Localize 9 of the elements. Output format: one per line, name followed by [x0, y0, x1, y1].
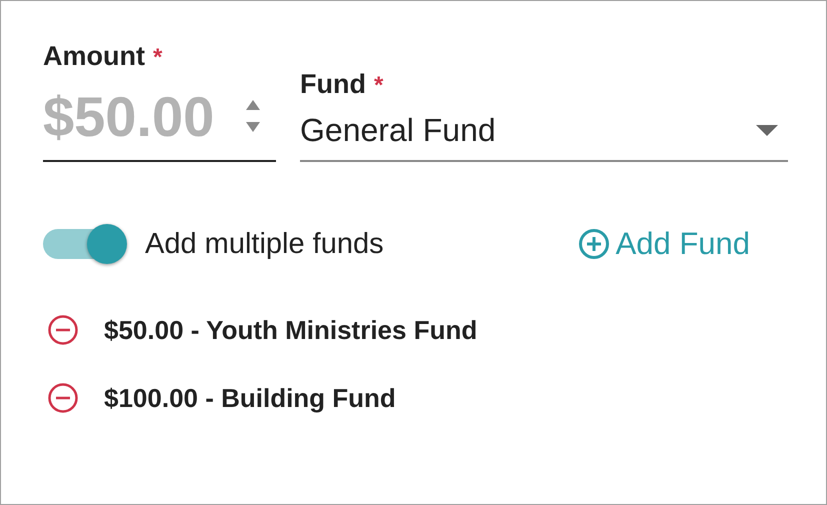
fund-entry: $100.00 - Building Fund — [104, 382, 396, 414]
amount-label: Amount — [43, 41, 145, 72]
required-mark: * — [152, 44, 162, 72]
fund-label: Fund — [300, 69, 366, 100]
fund-entry: $50.00 - Youth Ministries Fund — [104, 314, 478, 346]
fund-select[interactable]: General Fund — [300, 100, 788, 162]
required-mark: * — [374, 72, 384, 100]
toggle-label: Add multiple funds — [145, 228, 384, 260]
amount-field[interactable]: $50.00 — [43, 72, 276, 162]
